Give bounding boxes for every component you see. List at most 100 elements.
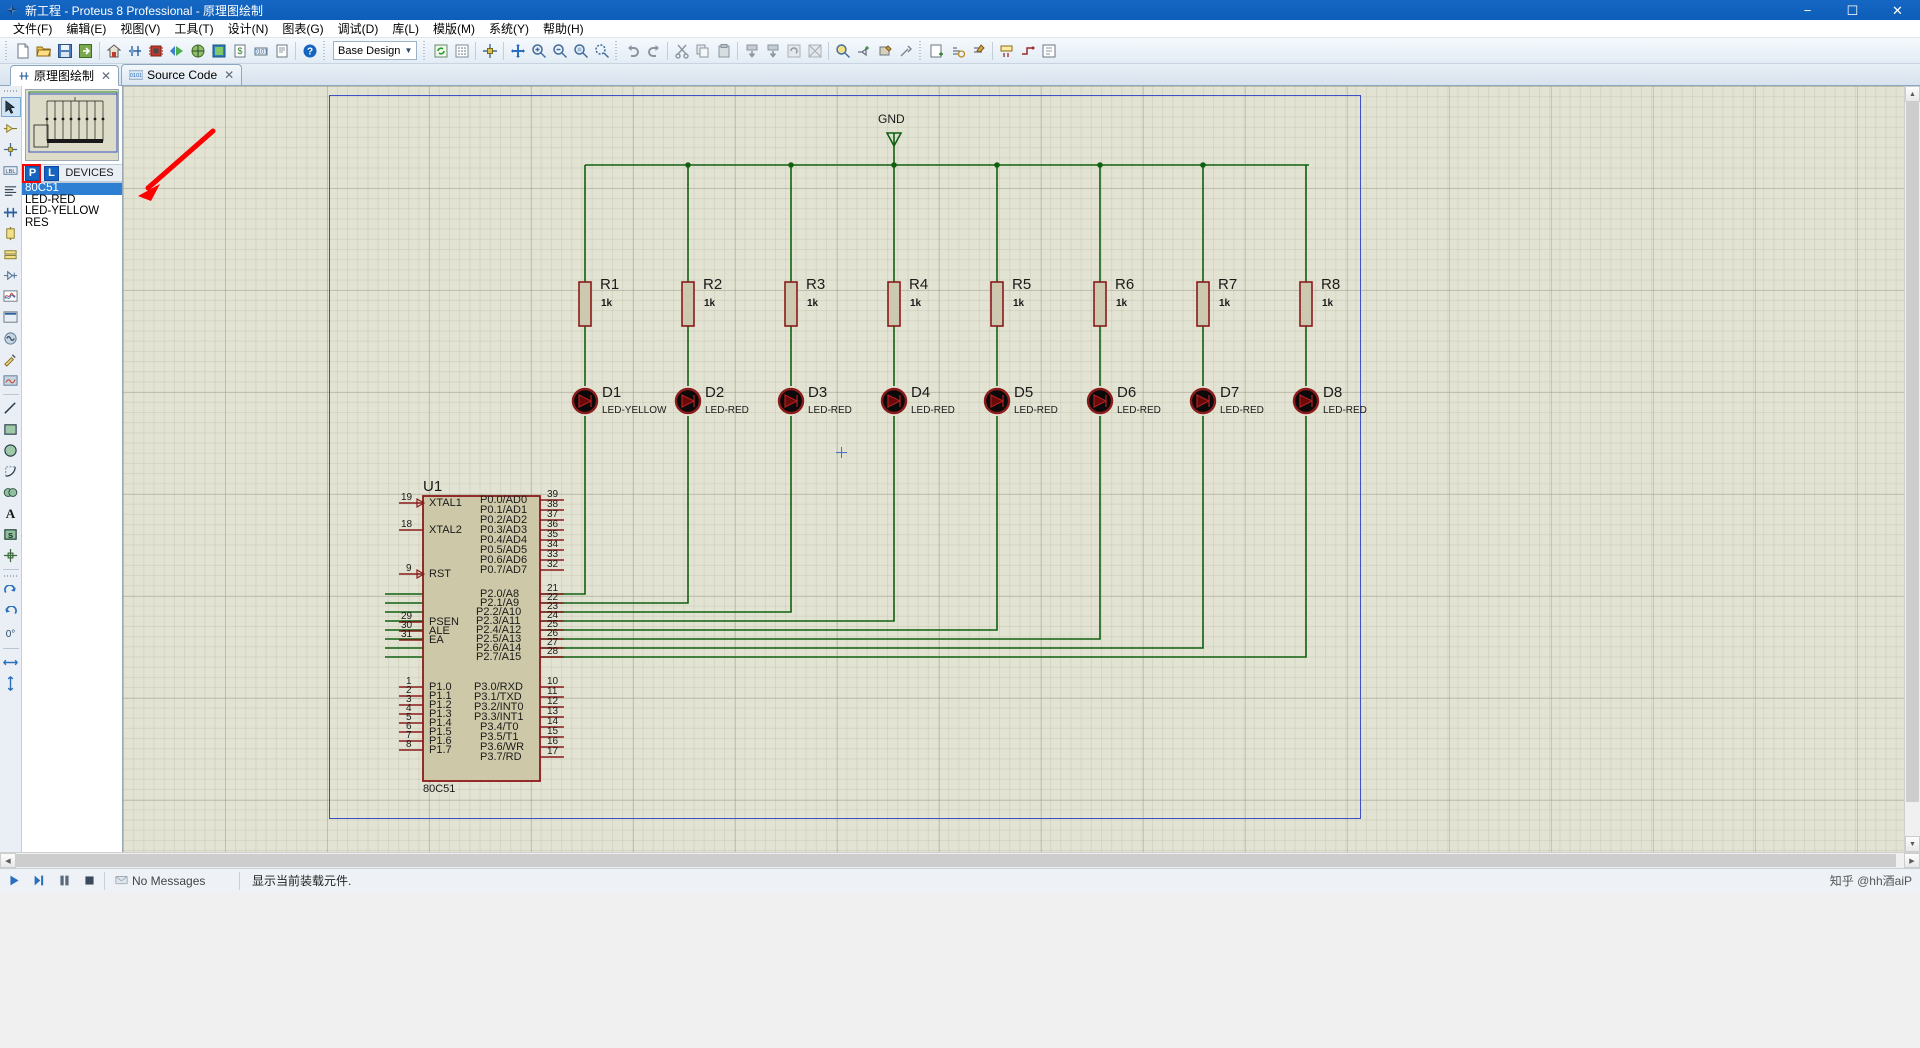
auto-wire-icon[interactable] [1017,40,1038,61]
zoom-out-icon[interactable] [549,40,570,61]
maximize-button[interactable]: ☐ [1830,0,1875,20]
device-pins-mode-icon[interactable] [1,265,21,285]
wire-label-icon[interactable] [996,40,1017,61]
menu-debug[interactable]: 调试(D) [331,20,386,38]
property-assign-icon[interactable] [968,40,989,61]
scroll-down-arrow[interactable]: ▼ [1905,836,1920,852]
mirror-horizontal-icon[interactable] [1,652,21,672]
circle-tool-icon[interactable] [1,440,21,460]
horizontal-scroll-thumb[interactable] [16,854,1896,867]
tape-recorder-mode-icon[interactable] [1,307,21,327]
library-manager-button[interactable]: L [44,165,59,181]
menu-graph[interactable]: 图表(G) [275,20,330,38]
zoom-all-icon[interactable] [591,40,612,61]
vertical-scroll-thumb[interactable] [1906,102,1919,802]
toolbar-grip[interactable] [4,40,10,61]
bill-of-materials-icon[interactable] [208,40,229,61]
undo-icon[interactable] [622,40,643,61]
symbol-tool-icon[interactable]: S [1,524,21,544]
pick-device-icon[interactable] [832,40,853,61]
toolbar-grip-2[interactable] [322,40,328,61]
search-tag-icon[interactable] [947,40,968,61]
stop-icon[interactable] [78,870,100,892]
box-tool-icon[interactable] [1,419,21,439]
block-copy-icon[interactable] [741,40,762,61]
save-icon[interactable] [54,40,75,61]
orientation-grip[interactable] [3,574,18,579]
rotate-clockwise-icon[interactable] [1,582,21,602]
tab-schematic-close[interactable]: ✕ [101,69,111,83]
marker-tool-icon[interactable] [1,545,21,565]
schematic-capture-icon[interactable] [124,40,145,61]
menu-file[interactable]: 文件(F) [6,20,59,38]
zoom-in-icon[interactable] [528,40,549,61]
design-explorer-icon[interactable]: $ [229,40,250,61]
subcircuit-mode-icon[interactable] [1,223,21,243]
device-item-led-yellow[interactable]: LED-YELLOW [22,205,122,218]
toolbar-grip-4[interactable] [614,40,620,61]
tab-schematic[interactable]: 原理图绘制 ✕ [10,65,120,86]
device-item-80c51[interactable]: 80C51 [22,183,122,195]
selection-mode-icon[interactable] [0,97,21,117]
component-mode-icon[interactable] [1,118,21,138]
rotation-angle-field[interactable]: 0° [1,624,21,644]
copy-icon[interactable] [692,40,713,61]
device-item-res[interactable]: RES [22,217,122,230]
mirror-vertical-icon[interactable] [1,673,21,693]
horizontal-scrollbar[interactable]: ◀ ▶ [0,852,1920,868]
new-sheet-icon[interactable] [926,40,947,61]
pick-from-libraries-button[interactable]: P [25,165,40,181]
block-rotate-icon[interactable] [783,40,804,61]
scroll-left-arrow[interactable]: ◀ [0,853,16,868]
block-delete-icon[interactable] [804,40,825,61]
toolbar-grip-3[interactable] [422,40,428,61]
3d-view-icon[interactable] [166,40,187,61]
decompose-icon[interactable] [895,40,916,61]
text-tool-icon[interactable]: A [1,503,21,523]
new-file-icon[interactable] [12,40,33,61]
minimize-button[interactable]: − [1785,0,1830,20]
rail-grip[interactable] [3,89,18,94]
tab-source-code-close[interactable]: ✕ [224,68,234,82]
play-icon[interactable] [3,870,25,892]
design-explorer2-icon[interactable] [1038,40,1059,61]
pcb-layout-icon[interactable] [145,40,166,61]
menu-library[interactable]: 库(L) [385,20,426,38]
menu-view[interactable]: 视图(V) [113,20,167,38]
line-tool-icon[interactable] [1,398,21,418]
devices-list[interactable]: 80C51 LED-RED LED-YELLOW RES [22,182,122,852]
gerber-view-icon[interactable] [187,40,208,61]
packaging-tool-icon[interactable] [874,40,895,61]
home-icon[interactable] [103,40,124,61]
tab-source-code[interactable]: 0101 Source Code ✕ [121,64,243,85]
menu-tools[interactable]: 工具(T) [167,20,220,38]
scroll-up-arrow[interactable]: ▲ [1905,86,1920,102]
paste-icon[interactable] [713,40,734,61]
virtual-instruments-icon[interactable] [1,370,21,390]
make-device-icon[interactable] [853,40,874,61]
step-icon[interactable] [28,870,50,892]
message-status[interactable]: No Messages [109,874,235,888]
scroll-right-arrow[interactable]: ▶ [1904,853,1920,868]
horizontal-scroll-track[interactable] [16,853,1904,868]
save-as-icon[interactable] [75,40,96,61]
close-button[interactable]: ✕ [1875,0,1920,20]
toolbar-grip-5[interactable] [918,40,924,61]
menu-help[interactable]: 帮助(H) [536,20,591,38]
text-script-mode-icon[interactable] [1,181,21,201]
refresh-icon[interactable] [430,40,451,61]
graph-mode-icon[interactable] [1,286,21,306]
cut-icon[interactable] [671,40,692,61]
menu-system[interactable]: 系统(Y) [482,20,536,38]
redo-icon[interactable] [643,40,664,61]
pause-icon[interactable] [53,870,75,892]
toggle-grid-icon[interactable] [451,40,472,61]
schematic-canvas[interactable]: GND R1 1k R2 1k R3 1k R4 1k R5 1k R6 1k … [123,86,1904,852]
generator-mode-icon[interactable] [1,328,21,348]
pan-icon[interactable] [507,40,528,61]
menu-template[interactable]: 模版(M) [426,20,482,38]
menu-edit[interactable]: 编辑(E) [59,20,113,38]
open-folder-icon[interactable] [33,40,54,61]
origin-icon[interactable] [479,40,500,61]
voltage-probe-mode-icon[interactable] [1,349,21,369]
